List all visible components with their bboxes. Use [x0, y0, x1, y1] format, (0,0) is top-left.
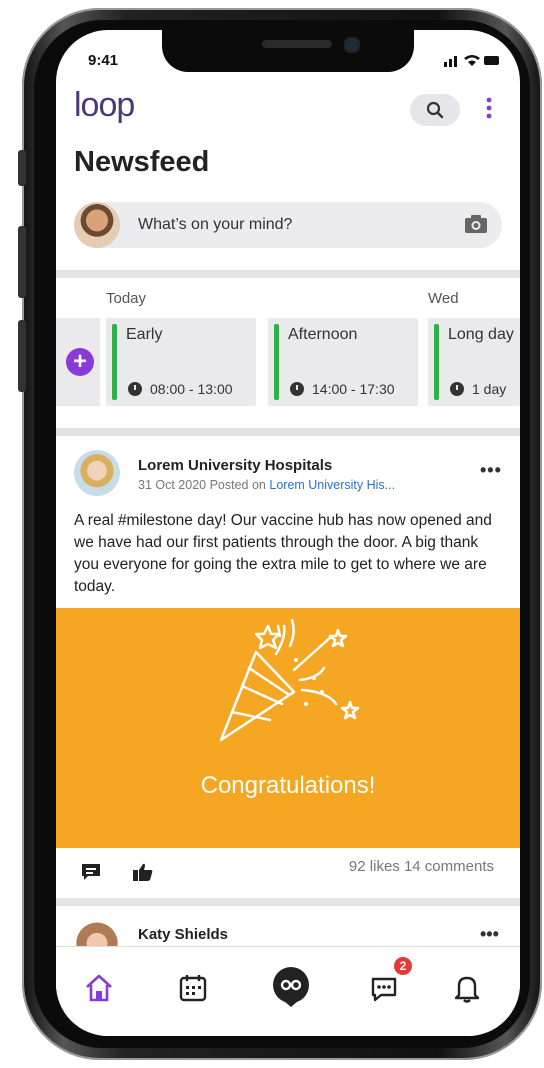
phone-mute-switch	[18, 150, 26, 186]
home-icon[interactable]	[82, 971, 116, 1005]
post-more-icon[interactable]: •••	[480, 460, 502, 481]
post-meta: 31 Oct 2020 Posted on Lorem University H…	[138, 478, 395, 492]
author-avatar[interactable]	[74, 450, 120, 496]
section-divider	[56, 270, 520, 278]
phone-volume-down	[18, 320, 26, 392]
party-popper-icon	[219, 618, 360, 742]
shift-status-bar	[434, 324, 439, 400]
post-date: 31 Oct 2020	[138, 478, 207, 492]
shift-name: Afternoon	[288, 326, 358, 343]
user-avatar	[74, 202, 120, 248]
messages-icon[interactable]	[368, 971, 402, 1005]
shift-name: Early	[126, 326, 163, 343]
section-divider	[56, 428, 520, 436]
notifications-bell-icon[interactable]	[450, 971, 484, 1005]
add-shift-card: +	[56, 318, 100, 406]
wifi-icon	[464, 55, 480, 66]
shift-card[interactable]: Early 08:00 - 13:00	[106, 318, 256, 406]
search-button[interactable]	[410, 94, 460, 126]
messages-badge: 2	[394, 957, 412, 975]
clock-icon	[128, 382, 142, 396]
shift-status-bar	[274, 324, 279, 400]
post-actions: 92 likes 14 comments	[56, 854, 520, 894]
shift-day-label: Wed	[428, 290, 459, 307]
banner-caption: Congratulations!	[200, 772, 376, 799]
add-shift-button[interactable]: +	[66, 348, 94, 376]
section-divider	[56, 898, 520, 906]
post-more-icon[interactable]: •••	[480, 924, 499, 945]
clock-icon	[290, 382, 304, 396]
comments-count[interactable]: 14 comments	[404, 858, 494, 875]
loop-hub-icon[interactable]	[270, 965, 312, 1007]
shift-day-label: Today	[106, 290, 147, 307]
app-screen: 9:41 loop Newsfeed What’s on your mind? …	[56, 30, 520, 1036]
shifts-carousel[interactable]: + Early 08:00 - 13:00 Afternoon 14:00 - …	[56, 315, 520, 409]
post-author[interactable]: Katy Shields	[138, 926, 228, 943]
shift-time: 08:00 - 13:00	[150, 381, 233, 397]
engagement-counts[interactable]: 92 likes 14 comments	[349, 858, 494, 875]
search-icon	[426, 101, 444, 119]
battery-icon	[484, 56, 499, 65]
phone-volume-up	[18, 226, 26, 298]
post-image[interactable]	[56, 608, 520, 848]
shift-status-bar	[112, 324, 117, 400]
notch	[162, 30, 414, 72]
speaker-grille	[262, 40, 332, 48]
like-icon[interactable]	[132, 862, 154, 882]
page-title: Newsfeed	[74, 146, 210, 178]
posted-on-link[interactable]: Lorem University His...	[269, 478, 395, 492]
comment-icon[interactable]	[80, 862, 102, 882]
shift-name: Long day	[448, 326, 514, 343]
status-time: 9:41	[88, 52, 119, 69]
post-body: A real #milestone day! Our vaccine hub h…	[74, 512, 492, 595]
shift-card[interactable]: Long day 1 day	[428, 318, 520, 406]
camera-icon[interactable]	[464, 214, 488, 234]
posted-on-label: Posted on	[209, 478, 266, 492]
calendar-icon[interactable]	[176, 971, 210, 1005]
status-icons	[444, 55, 499, 67]
likes-count[interactable]: 92 likes	[349, 858, 400, 875]
compose-placeholder: What’s on your mind?	[138, 216, 293, 233]
shift-time: 14:00 - 17:30	[312, 381, 395, 397]
shift-card[interactable]: Afternoon 14:00 - 17:30	[268, 318, 418, 406]
clock-icon	[450, 382, 464, 396]
compose-post-field[interactable]: What’s on your mind?	[74, 202, 502, 248]
post-author[interactable]: Lorem University Hospitals	[138, 457, 332, 474]
signal-icon	[444, 62, 447, 67]
app-logo: loop	[74, 86, 135, 124]
front-camera	[344, 37, 360, 53]
bottom-tab-bar: 2	[56, 946, 520, 1036]
shift-time: 1 day	[472, 381, 507, 397]
more-vertical-icon[interactable]	[484, 96, 494, 120]
